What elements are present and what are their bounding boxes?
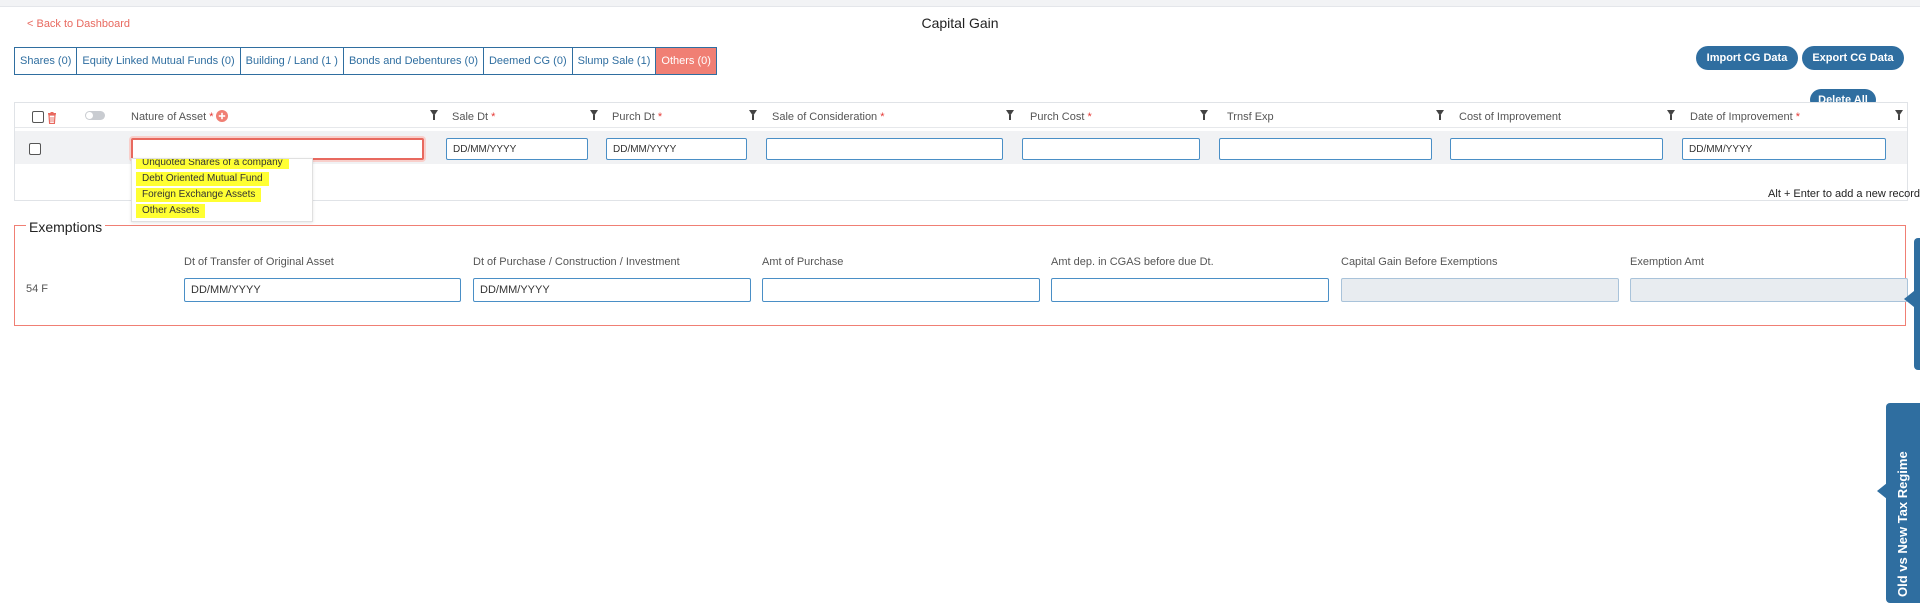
filter-icon[interactable] xyxy=(1006,110,1014,120)
col-purch-cost: Purch Cost * xyxy=(1030,111,1092,123)
col-trnsf-exp: Trnsf Exp xyxy=(1227,111,1274,123)
side-panel-tab-upper[interactable] xyxy=(1914,238,1920,370)
nature-of-asset-input[interactable] xyxy=(131,138,424,160)
required-mark: * xyxy=(209,111,214,123)
amt-cgas-input[interactable] xyxy=(1051,278,1329,302)
col-cg-before-exemptions: Capital Gain Before Exemptions xyxy=(1341,256,1498,268)
filter-icon[interactable] xyxy=(1895,110,1903,120)
col-cost-of-improvement: Cost of Improvement xyxy=(1459,111,1561,123)
filter-icon[interactable] xyxy=(749,110,757,120)
regime-comparison-label: Old vs New Tax Regime xyxy=(1895,451,1910,597)
toggle-knob xyxy=(86,112,93,119)
export-cg-data-button[interactable]: Export CG Data xyxy=(1802,46,1904,70)
required-mark: * xyxy=(880,111,885,123)
row-toggle-switch[interactable] xyxy=(85,111,105,120)
col-sale-consideration-label: Sale of Consideration xyxy=(772,111,878,123)
required-mark: * xyxy=(1087,111,1092,123)
purch-dt-input[interactable] xyxy=(606,138,747,160)
filter-icon[interactable] xyxy=(1436,110,1444,120)
exemption-amt-input xyxy=(1630,278,1908,302)
filter-icon[interactable] xyxy=(1667,110,1675,120)
col-date-improvement-label: Date of Improvement xyxy=(1690,111,1793,123)
col-sale-dt: Sale Dt * xyxy=(452,111,495,123)
regime-arrow-icon[interactable] xyxy=(1877,483,1887,499)
col-amt-cgas: Amt dep. in CGAS before due Dt. xyxy=(1051,256,1214,268)
exemptions-title: Exemptions xyxy=(26,219,106,235)
required-mark: * xyxy=(657,111,663,123)
tab-equity-linked-mutual-funds[interactable]: Equity Linked Mutual Funds (0) xyxy=(77,48,241,74)
dt-transfer-input[interactable] xyxy=(184,278,461,302)
date-of-improvement-input[interactable] xyxy=(1682,138,1886,160)
col-exemption-amt: Exemption Amt xyxy=(1630,256,1704,268)
tab-others[interactable]: Others (0) xyxy=(656,48,716,74)
col-amt-purchase: Amt of Purchase xyxy=(762,256,844,268)
option-debt-oriented-mutual-fund[interactable]: Debt Oriented Mutual Fund xyxy=(136,172,269,186)
trash-icon[interactable] xyxy=(47,112,57,124)
col-sale-of-consideration: Sale of Consideration * xyxy=(772,111,885,123)
col-nature-of-asset: Nature of Asset * xyxy=(131,111,214,123)
col-nature-label: Nature of Asset xyxy=(131,111,207,123)
top-bar xyxy=(0,0,1920,7)
regime-comparison-tab[interactable]: Old vs New Tax Regime xyxy=(1886,403,1920,603)
filter-icon[interactable] xyxy=(1200,110,1208,120)
sale-dt-input[interactable] xyxy=(446,138,588,160)
option-unquoted-shares[interactable]: Unquoted Shares of a company xyxy=(136,159,289,169)
col-date-of-improvement: Date of Improvement * xyxy=(1690,111,1800,123)
col-purch-cost-label: Purch Cost xyxy=(1030,111,1085,123)
add-record-hint: Alt + Enter to add a new record xyxy=(1768,188,1920,200)
col-cost-improvement-label: Cost of Improvement xyxy=(1459,111,1562,123)
amt-purchase-input[interactable] xyxy=(762,278,1040,302)
tab-building-land[interactable]: Building / Land (1 ) xyxy=(240,48,344,74)
tab-slump-sale[interactable]: Slump Sale (1) xyxy=(572,48,657,74)
exemption-row-label: 54 F xyxy=(26,283,49,295)
col-purch-dt-label: Purch Dt xyxy=(612,111,655,123)
cg-before-exemptions-input xyxy=(1341,278,1619,302)
filter-icon[interactable] xyxy=(430,110,438,120)
row-checkbox[interactable] xyxy=(29,143,41,155)
tab-bonds-debentures[interactable]: Bonds and Debentures (0) xyxy=(343,48,484,74)
tab-shares[interactable]: Shares (0) xyxy=(15,48,78,74)
purch-cost-input[interactable] xyxy=(1022,138,1200,160)
sale-of-consideration-input[interactable] xyxy=(766,138,1003,160)
dt-purchase-input[interactable] xyxy=(473,278,751,302)
side-panel-arrow-icon[interactable] xyxy=(1904,291,1914,307)
col-trnsf-exp-label: Trnsf Exp xyxy=(1227,111,1274,123)
option-other-assets[interactable]: Other Assets xyxy=(136,204,206,218)
page-title: Capital Gain xyxy=(921,15,999,31)
add-circle-icon[interactable] xyxy=(216,110,228,122)
exemptions-panel xyxy=(14,225,1906,326)
required-mark: * xyxy=(491,111,496,123)
col-purch-dt: Purch Dt * xyxy=(612,111,662,123)
col-sale-dt-label: Sale Dt xyxy=(452,111,489,123)
asset-type-tabs: Shares (0) Equity Linked Mutual Funds (0… xyxy=(14,47,717,75)
required-mark: * xyxy=(1795,111,1801,123)
select-all-checkbox[interactable] xyxy=(32,111,44,123)
filter-icon[interactable] xyxy=(590,110,598,120)
tab-deemed-cg[interactable]: Deemed CG (0) xyxy=(483,48,573,74)
cost-of-improvement-input[interactable] xyxy=(1450,138,1663,160)
col-dt-transfer: Dt of Transfer of Original Asset xyxy=(184,256,334,268)
col-dt-purchase: Dt of Purchase / Construction / Investme… xyxy=(473,256,680,268)
grid-header: Nature of Asset * Sale Dt * Purch Dt * S… xyxy=(15,103,1907,128)
import-cg-data-button[interactable]: Import CG Data xyxy=(1696,46,1798,70)
trnsf-exp-input[interactable] xyxy=(1219,138,1432,160)
